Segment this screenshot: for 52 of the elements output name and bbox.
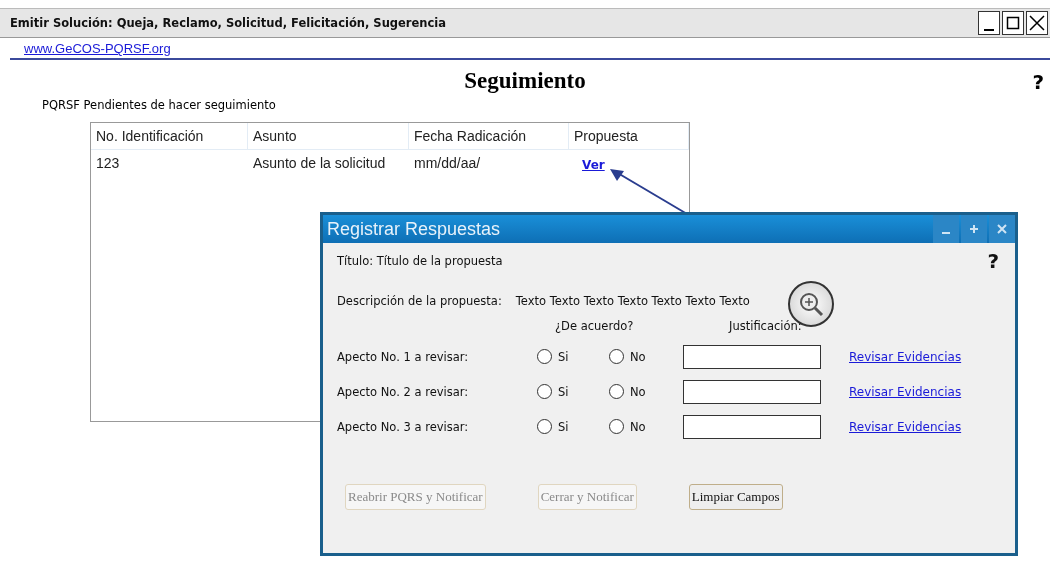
aspect-label: Apecto No. 3 a revisar:: [337, 419, 470, 434]
evidence-link[interactable]: Revisar Evidencias: [849, 384, 962, 399]
maximize-icon: [1006, 16, 1020, 30]
close-icon: [997, 224, 1007, 234]
section-label: PQRSF Pendientes de hacer seguimiento: [42, 98, 277, 112]
column-header: Propuesta: [569, 123, 689, 149]
radio-button[interactable]: [609, 384, 624, 399]
minimize-icon: [942, 232, 950, 234]
table-cell-text: 123: [95, 154, 121, 173]
aspect-label: Apecto No. 1 a revisar:: [337, 349, 470, 364]
dialog-title: Registrar Respuestas: [327, 218, 501, 240]
evidence-link[interactable]: Revisar Evidencias: [849, 419, 962, 434]
expand-button[interactable]: [961, 215, 987, 243]
table-cell-text: mm/dd/aa/: [413, 154, 482, 173]
close-icon: [1029, 15, 1045, 31]
table-cell-text: Asunto de la solicitud: [252, 154, 387, 173]
radio-label: No: [630, 384, 646, 399]
page-title: Seguimiento: [464, 68, 586, 94]
window-title: Emitir Solución: Queja, Reclamo, Solicitud, Felicitación, Sugerencia: [10, 16, 447, 30]
proposal-title: Título: Título de la propuesta: [337, 254, 503, 268]
close-button[interactable]: [1026, 11, 1048, 35]
radio-button[interactable]: [609, 419, 624, 434]
radio-button[interactable]: [537, 384, 552, 399]
radio-label: No: [630, 349, 646, 364]
radio-button[interactable]: [609, 349, 624, 364]
input-field[interactable]: [683, 344, 821, 369]
minimize-icon: [984, 29, 994, 31]
radio-button[interactable]: [537, 349, 552, 364]
action-button[interactable]: Limpiar Campos: [688, 484, 783, 510]
input-field[interactable]: [683, 379, 821, 404]
radio-label: No: [630, 419, 646, 434]
help-icon[interactable]: ?: [987, 249, 999, 273]
radio-label: Si: [558, 349, 569, 364]
site-link[interactable]: www.GeCOS-PQRSF.org: [24, 41, 171, 56]
input-field[interactable]: [683, 414, 821, 439]
column-label: ¿De acuerdo?: [555, 319, 634, 333]
column-header: Asunto: [248, 123, 409, 149]
column-label: Justificación:: [729, 319, 802, 333]
view-link[interactable]: Ver: [582, 158, 605, 172]
column-header: Fecha Radicación: [409, 123, 569, 149]
maximize-button[interactable]: [1002, 11, 1024, 35]
evidence-link[interactable]: Revisar Evidencias: [849, 349, 962, 364]
column-header: No. Identificación: [91, 123, 248, 149]
aspect-label: Apecto No. 2 a revisar:: [337, 384, 470, 399]
minimize-button[interactable]: [978, 11, 1000, 35]
radio-button[interactable]: [537, 419, 552, 434]
help-icon[interactable]: ?: [1032, 70, 1044, 94]
radio-label: Si: [558, 384, 569, 399]
description-text: Texto Texto Texto Texto Texto Texto Texto: [515, 294, 750, 308]
plus-icon: [969, 224, 979, 234]
description-label: Descripción de la propuesta:: [337, 294, 502, 308]
radio-label: Si: [558, 419, 569, 434]
